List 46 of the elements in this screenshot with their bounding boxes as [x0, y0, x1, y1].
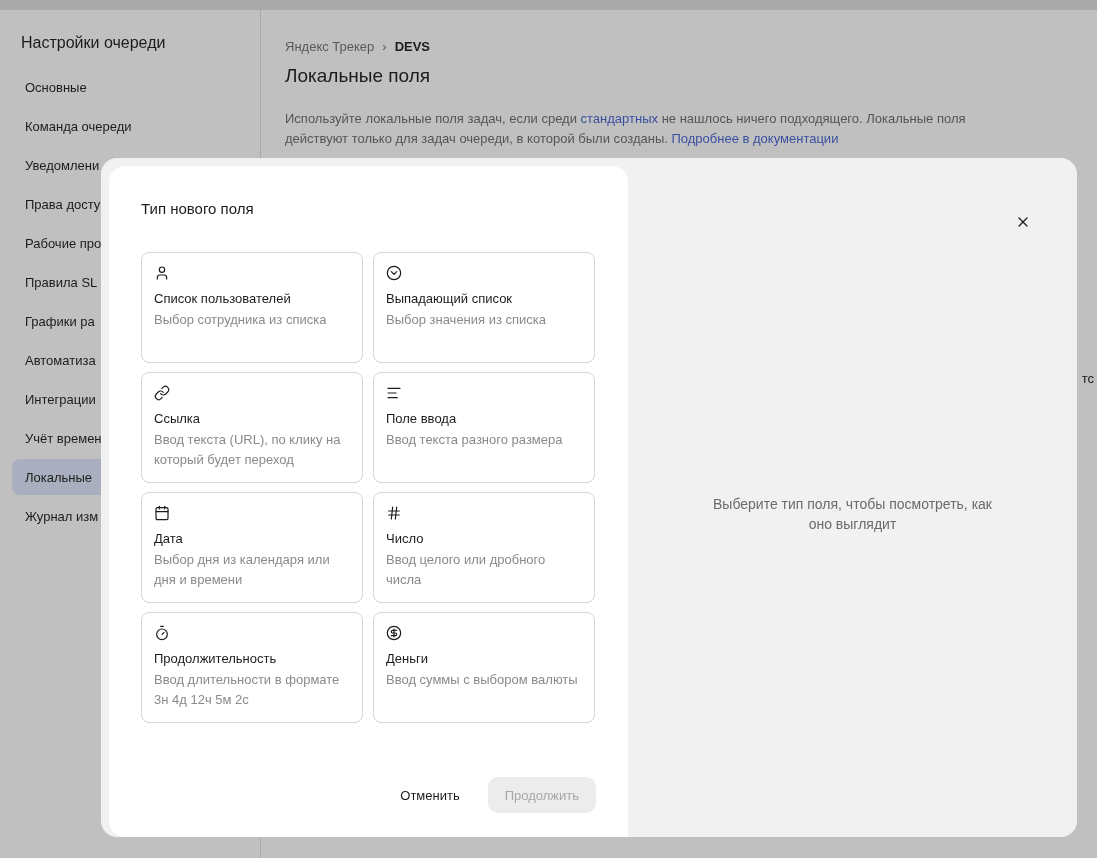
field-type-card[interactable]: Выпадающий список Выбор значения из списка	[373, 252, 595, 363]
field-type-card[interactable]: Поле ввода Ввод текста разного размера	[373, 372, 595, 483]
field-type-card[interactable]: Ссылка Ввод текста (URL), по клику на который будет переход	[141, 372, 363, 483]
breadcrumb[interactable]: DEVS	[394, 38, 431, 54]
card-description: Выбор дня из календаря или дня и времени	[154, 551, 331, 589]
field-type-card[interactable]: Деньги Ввод суммы с выбором валюты	[373, 612, 595, 723]
stopwatch-icon	[154, 625, 170, 641]
page-title: Локальные поля	[285, 65, 432, 87]
breadcrumb[interactable]: Яндекс Трекер	[285, 38, 375, 54]
card-description: Ввод целого или дробного числа	[386, 551, 547, 589]
card-description: Ввод длительности в формате 3н 4д 12ч 5м 2с	[154, 671, 341, 709]
card-title: Дата	[154, 531, 184, 546]
calendar-icon	[154, 505, 170, 521]
card-title: Список пользователей	[154, 291, 292, 306]
field-type-card[interactable]: Число Ввод целого или дробного числа	[373, 492, 595, 603]
sidebar-item[interactable]: Основные	[12, 69, 248, 105]
card-title: Выпадающий список	[386, 291, 514, 306]
card-description: Ввод суммы с выбором валюты	[386, 671, 579, 689]
doc-link[interactable]: стандартных	[580, 111, 659, 126]
cancel-button[interactable]: Отменить	[386, 777, 474, 813]
dialog-title: Тип нового поля	[141, 200, 255, 217]
doc-link[interactable]: Подробнее в документации	[671, 131, 839, 146]
sidebar-title: Настройки очереди	[20, 34, 167, 52]
card-description: Выбор сотрудника из списка	[154, 311, 328, 329]
card-description: Выбор значения из списка	[386, 311, 548, 329]
text-lines-icon	[386, 385, 402, 401]
card-title: Продолжительность	[154, 651, 278, 666]
card-description: Ввод текста (URL), по клику на который будет переход	[154, 431, 342, 469]
card-title: Деньги	[386, 651, 429, 666]
description-text: Используйте локальные поля задач, если среди стандартных не нашлось ничего подходящего. Локальные поля действуют только для задач очереди, в которой были созданы. Подробнее в документации	[285, 110, 967, 148]
breadcrumb-separator: ›	[382, 38, 387, 54]
field-type-card[interactable]: Дата Выбор дня из календаря или дня и времени	[141, 492, 363, 603]
field-type-card[interactable]: Список пользователей Выбор сотрудника из списка	[141, 252, 363, 363]
card-description: Ввод текста разного размера	[386, 431, 564, 449]
sidebar-item[interactable]: Команда очереди	[12, 108, 248, 144]
card-title: Ссылка	[154, 411, 202, 426]
card-title: Число	[386, 531, 425, 546]
field-type-card[interactable]: Продолжительность Ввод длительности в формате 3н 4д 12ч 5м 2с	[141, 612, 363, 723]
hash-icon	[386, 505, 402, 521]
dollar-coin-icon	[386, 625, 402, 641]
card-title: Поле ввода	[386, 411, 458, 426]
user-icon	[154, 265, 170, 281]
preview-hint: Выберите тип поля, чтобы посмотреть, как оно выглядит	[712, 494, 993, 534]
link-icon	[154, 385, 170, 401]
chevron-circle-icon	[386, 265, 402, 281]
cut-text: тс	[1081, 371, 1094, 386]
